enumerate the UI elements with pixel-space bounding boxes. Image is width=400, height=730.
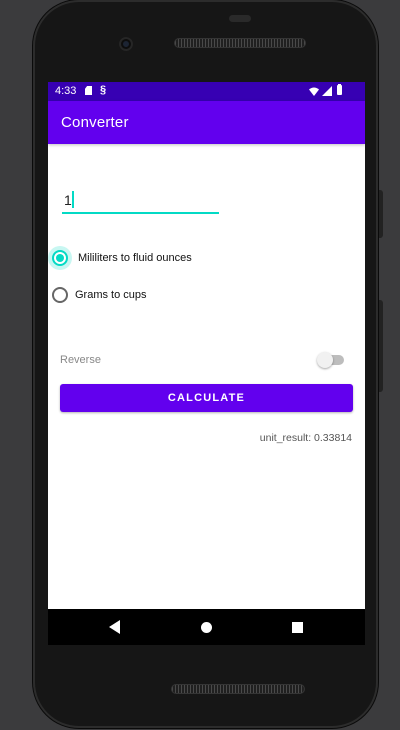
calculate-button[interactable]: CALCULATE bbox=[60, 384, 353, 412]
power-button[interactable] bbox=[378, 190, 383, 238]
reverse-label: Reverse bbox=[60, 354, 101, 366]
device-screen: 4:33 § Converter 1 Mililiters to fluid o… bbox=[48, 82, 365, 642]
app-bar: Converter bbox=[48, 101, 365, 144]
text-caret bbox=[72, 191, 74, 208]
result-text: unit_result: 0.33814 bbox=[259, 432, 352, 444]
back-icon[interactable] bbox=[109, 620, 120, 634]
battery-icon bbox=[337, 84, 342, 95]
recents-icon[interactable] bbox=[292, 622, 303, 633]
volume-button[interactable] bbox=[378, 300, 383, 392]
radio-label-grams-to-cups: Grams to cups bbox=[75, 289, 147, 301]
navigation-bar bbox=[48, 609, 365, 645]
bottom-speaker-grill bbox=[171, 684, 305, 694]
radio-button-checked[interactable] bbox=[52, 250, 68, 266]
sd-card-icon bbox=[85, 86, 92, 95]
signal-icon bbox=[322, 86, 332, 96]
home-icon[interactable] bbox=[201, 622, 212, 633]
radio-ml-to-floz[interactable]: Mililiters to fluid ounces bbox=[52, 247, 192, 269]
radio-button-unchecked[interactable] bbox=[52, 287, 68, 303]
status-time: 4:33 bbox=[55, 85, 77, 97]
top-speaker-grill bbox=[174, 38, 306, 48]
emulator-stage: 4:33 § Converter 1 Mililiters to fluid o… bbox=[0, 0, 400, 730]
status-bar: 4:33 § bbox=[48, 82, 365, 101]
wifi-icon bbox=[309, 87, 319, 96]
switch-thumb[interactable] bbox=[317, 352, 333, 368]
earpiece-slot bbox=[229, 15, 251, 22]
reverse-switch[interactable] bbox=[317, 352, 344, 368]
radio-label-ml-to-floz: Mililiters to fluid ounces bbox=[78, 252, 192, 264]
front-camera-icon bbox=[119, 37, 133, 51]
amount-input[interactable]: 1 bbox=[62, 186, 219, 214]
s-icon: § bbox=[100, 84, 107, 96]
app-title: Converter bbox=[61, 114, 129, 131]
radio-grams-to-cups[interactable]: Grams to cups bbox=[52, 284, 147, 306]
amount-input-value: 1 bbox=[64, 192, 72, 208]
